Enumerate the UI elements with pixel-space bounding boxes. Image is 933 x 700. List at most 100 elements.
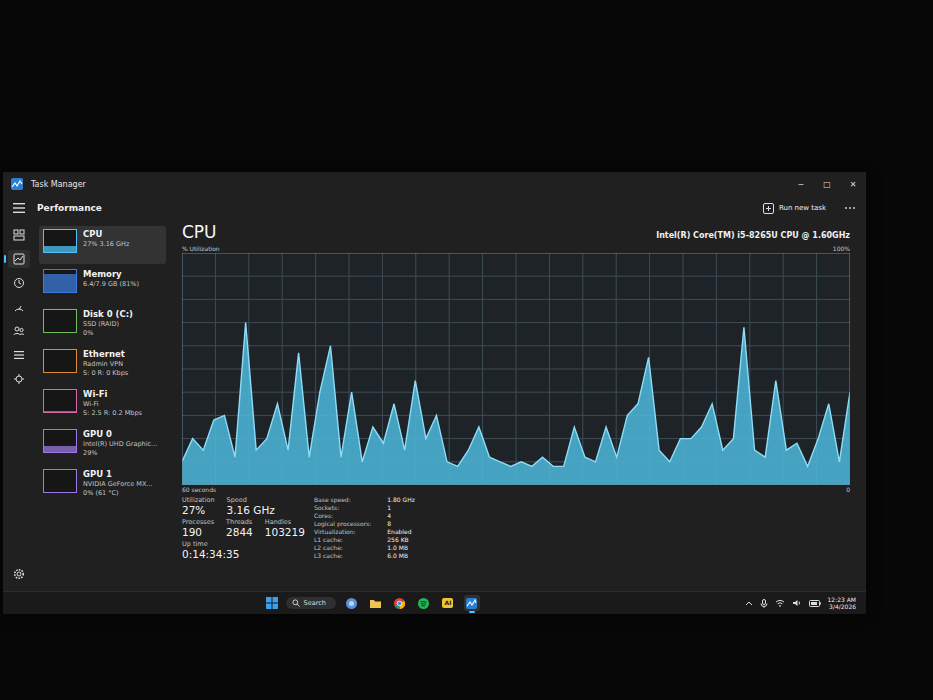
resource-detail: 0% (61 °C): [83, 489, 153, 497]
stat: Utilization27%: [182, 496, 215, 516]
resource-item[interactable]: CPU27% 3.16 GHz: [39, 226, 166, 264]
stat-label: Utilization: [182, 496, 215, 504]
nav-item[interactable]: [8, 370, 30, 388]
wifi-icon[interactable]: [775, 599, 785, 607]
spec-value: 6.0 MB: [387, 552, 415, 560]
nav-item[interactable]: [8, 274, 30, 292]
resource-name: GPU 0: [83, 429, 157, 439]
spec-label: Cores:: [314, 512, 371, 520]
startup-icon: [13, 301, 25, 313]
resource-name: Memory: [83, 269, 139, 279]
window-control-button[interactable]: ─: [788, 176, 814, 193]
nav-item[interactable]: [8, 298, 30, 316]
spec-label: L3 cache:: [314, 552, 371, 560]
settings-button[interactable]: [8, 565, 30, 583]
microphone-icon[interactable]: [760, 599, 768, 608]
stat-value: 0:14:34:35: [182, 548, 239, 560]
spec-value: 4: [387, 512, 415, 520]
resource-thumbnail: [43, 269, 77, 293]
y-axis-label: % Utilization: [182, 245, 220, 252]
spec-value: 1: [387, 504, 415, 512]
thumbnail-fill: [44, 246, 76, 252]
task-manager-icon: [11, 178, 23, 190]
taskbar: Search AI 12:23 AM3/4/2026: [3, 591, 866, 614]
stat: Up time0:14:34:35: [182, 540, 239, 560]
clock[interactable]: 12:23 AM3/4/2026: [828, 596, 860, 610]
thumbnail-fill: [44, 446, 76, 452]
stat-value: 190: [182, 526, 214, 538]
specs-table: Base speed:1.80 GHzSockets:1Cores:4Logic…: [314, 496, 415, 560]
resource-thumbnail: [43, 309, 77, 333]
chart-plot: [182, 253, 850, 485]
volume-icon[interactable]: [792, 599, 802, 607]
resource-item[interactable]: Memory6.4/7.9 GB (81%): [39, 266, 166, 304]
nav-item[interactable]: [8, 250, 30, 268]
chrome-icon: [393, 597, 406, 610]
run-new-task-button[interactable]: Run new task: [757, 200, 832, 217]
search-placeholder: Search: [304, 599, 326, 607]
clock-time: 12:23 AM: [828, 596, 856, 603]
x-axis-label: 60 seconds: [182, 486, 216, 493]
chart-line: [182, 323, 850, 467]
nav-item[interactable]: [8, 226, 30, 244]
more-icon[interactable]: [844, 206, 856, 210]
clock-date: 3/4/2026: [829, 603, 856, 610]
search-box[interactable]: Search: [286, 597, 336, 609]
cpu-model: Intel(R) Core(TM) i5-8265U CPU @ 1.60GHz: [656, 231, 850, 240]
cpu-panel: CPUIntel(R) Core(TM) i5-8265U CPU @ 1.60…: [170, 220, 866, 591]
folder-icon: [369, 597, 382, 610]
taskbar-app[interactable]: [392, 595, 408, 611]
battery-icon[interactable]: [809, 600, 821, 607]
services-icon: [13, 373, 25, 385]
resource-item[interactable]: GPU 0Intel(R) UHD Graphic...29%: [39, 426, 166, 464]
spec-label: L1 cache:: [314, 536, 371, 544]
task-manager-window: Task Manager─□✕PerformanceRun new taskCP…: [3, 172, 866, 591]
taskbar-app[interactable]: AI: [440, 595, 456, 611]
stat-label: Handles: [265, 518, 305, 526]
nav-item[interactable]: [8, 346, 30, 364]
taskbar-app[interactable]: [368, 595, 384, 611]
history-icon: [13, 277, 25, 289]
stat-value: 3.16 GHz: [227, 504, 275, 516]
resource-detail: Wi-Fi: [83, 400, 142, 408]
resource-detail: NVIDIA GeForce MX...: [83, 480, 153, 488]
resource-detail: 27% 3.16 GHz: [83, 240, 129, 248]
details-icon: [13, 349, 25, 361]
nav-item[interactable]: [8, 322, 30, 340]
resource-name: Ethernet: [83, 349, 128, 359]
resource-item[interactable]: GPU 1NVIDIA GeForce MX...0% (61 °C): [39, 466, 166, 504]
resource-thumbnail: [43, 389, 77, 413]
thumbnail-fill: [44, 274, 76, 292]
resource-item[interactable]: Disk 0 (C:)SSD (RAID)0%: [39, 306, 166, 344]
resource-item[interactable]: Wi-FiWi-FiS: 2.5 R: 0.2 Mbps: [39, 386, 166, 424]
y-axis-min: 0: [846, 486, 850, 493]
taskbar-app[interactable]: [344, 595, 360, 611]
resource-item[interactable]: EthernetRadmin VPNS: 0 R: 0 Kbps: [39, 346, 166, 384]
taskbar-app[interactable]: [464, 595, 480, 611]
stat-value: 103219: [265, 526, 305, 538]
app-tile: AI: [442, 598, 453, 608]
stat-label: Threads: [226, 518, 253, 526]
window-body: CPU27% 3.16 GHzMemory6.4/7.9 GB (81%)Dis…: [3, 220, 866, 591]
spec-label: Virtualization:: [314, 528, 371, 536]
cpu-chart: [182, 253, 850, 485]
header-bar: PerformanceRun new task: [3, 196, 866, 220]
stat: Threads2844: [226, 518, 253, 538]
run-new-task-label: Run new task: [779, 204, 826, 212]
resource-name: CPU: [83, 229, 129, 239]
chevron-up-icon[interactable]: [745, 600, 753, 606]
menu-icon[interactable]: [13, 203, 25, 213]
window-controls: ─□✕: [788, 176, 866, 193]
resource-name: GPU 1: [83, 469, 153, 479]
stat: Handles103219: [265, 518, 305, 538]
start-windows-icon[interactable]: [266, 597, 278, 609]
spec-value: Enabled: [387, 528, 415, 536]
stat-value: 2844: [226, 526, 253, 538]
window-control-button[interactable]: ✕: [840, 176, 866, 193]
window-control-button[interactable]: □: [814, 176, 840, 193]
taskbar-app[interactable]: [416, 595, 432, 611]
title-bar: Task Manager─□✕: [3, 172, 866, 196]
spec-label: Sockets:: [314, 504, 371, 512]
spec-value: 1.80 GHz: [387, 496, 415, 504]
task-manager-app-icon: [465, 597, 478, 610]
